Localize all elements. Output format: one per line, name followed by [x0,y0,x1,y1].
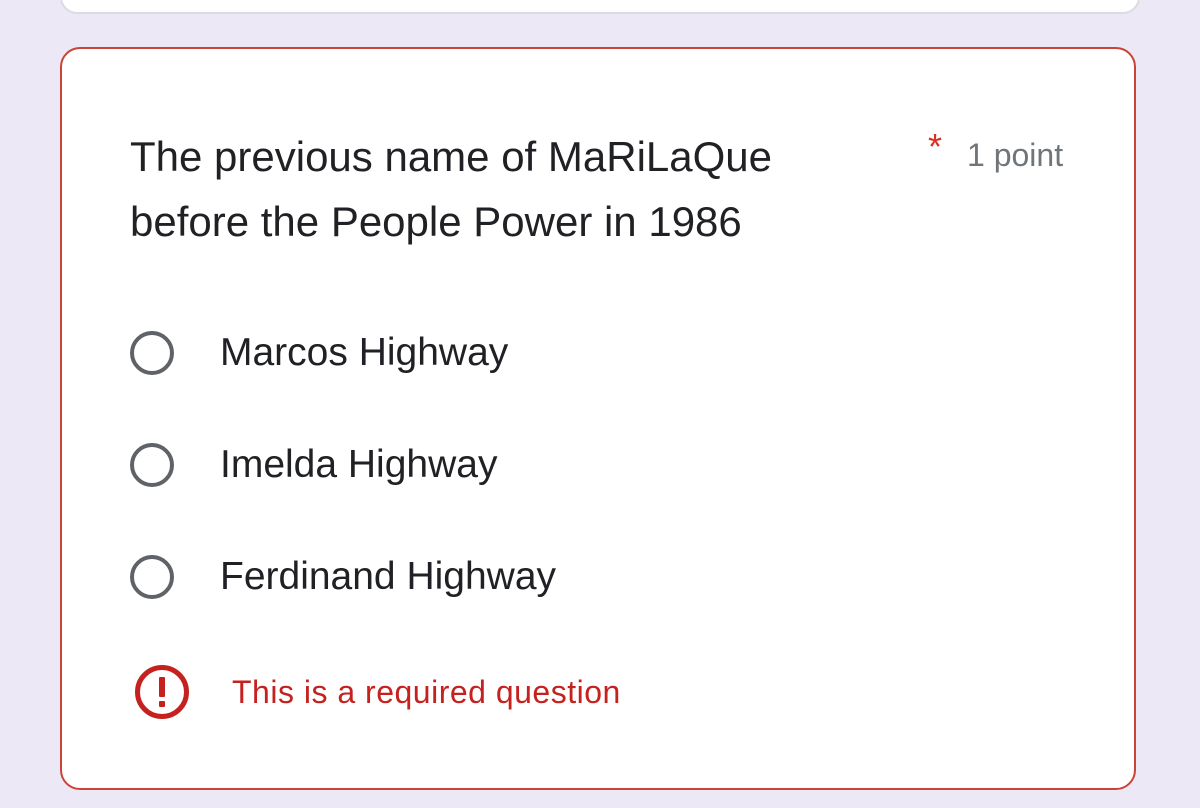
required-marker: * [928,126,943,167]
option-label: Marcos Highway [220,331,509,374]
required-error-message: This is a required question [134,664,621,720]
error-text: This is a required question [232,673,621,710]
question-title: The previous name of MaRiLaQue before th… [130,133,772,245]
question-points: 1 point [967,137,1064,173]
option-label: Imelda Highway [220,443,498,486]
option-label: Ferdinand Highway [220,555,557,598]
option-imelda-highway[interactable]: Imelda Highway [130,435,830,495]
radio-button[interactable] [130,443,174,487]
previous-question-card [60,0,1140,14]
radio-button[interactable] [130,555,174,599]
error-icon [135,665,189,719]
option-marcos-highway[interactable]: Marcos Highway [130,323,830,383]
radio-button[interactable] [130,331,174,375]
option-ferdinand-highway[interactable]: Ferdinand Highway [130,547,830,607]
question-card: The previous name of MaRiLaQue before th… [60,47,1136,790]
